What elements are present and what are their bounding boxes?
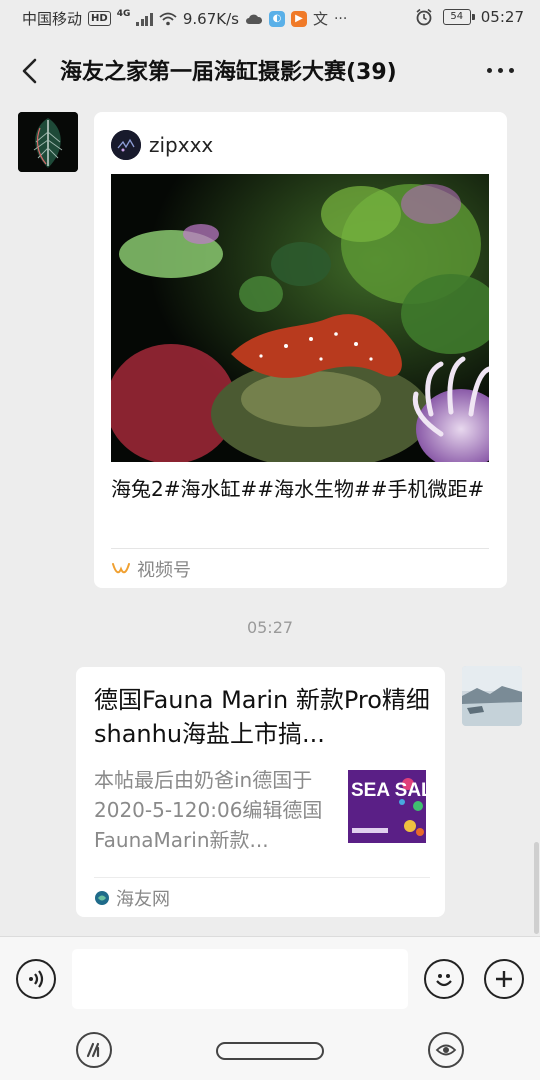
- link-thumbnail: SEA SALT: [348, 770, 426, 843]
- sender-avatar[interactable]: [18, 112, 78, 172]
- emoji-button[interactable]: [424, 959, 464, 999]
- thumbnail-text: SEA SALT: [351, 780, 426, 801]
- smiley-icon: [436, 974, 452, 987]
- message-input[interactable]: [72, 949, 408, 1009]
- input-bar: [0, 936, 540, 1025]
- card-divider: [94, 877, 430, 878]
- nav-assist-button[interactable]: [428, 1032, 464, 1068]
- link-source-label: 海友网: [116, 889, 170, 910]
- speed-label: 9.67K/s: [182, 9, 239, 28]
- more-notifications-icon: ···: [333, 10, 348, 27]
- author-name: zipxxx: [149, 133, 214, 157]
- link-card[interactable]: 德国Fauna Marin 新款Pro精细shanhu海盐上市搞... 本帖最后…: [76, 667, 445, 917]
- channel-video-card[interactable]: zipxxx 海兔2#海水缸##海水生物##手机微距# 视频号: [94, 112, 507, 588]
- cloud-icon: [245, 14, 262, 24]
- channel-author[interactable]: zipxxx: [111, 130, 213, 160]
- chat-scrollbar[interactable]: [534, 842, 539, 934]
- translate-icon: 文: [312, 10, 328, 28]
- app-switch-icon: [86, 1042, 100, 1058]
- landscape-avatar-image: [462, 666, 522, 726]
- author-avatar: [111, 130, 141, 160]
- link-description: 本帖最后由奶爸in德国于2020-5-120:06编辑德国FaunaMarin新…: [94, 768, 323, 852]
- card-divider: [111, 548, 489, 549]
- message-timestamp: 05:27: [246, 618, 294, 637]
- more-functions-button[interactable]: [484, 959, 524, 999]
- system-nav-bar: [0, 1024, 540, 1080]
- wifi-icon: [159, 12, 177, 25]
- signal-icon: [136, 12, 153, 26]
- video-caption: 海兔2#海水缸##海水生物##手机微距#: [111, 477, 485, 501]
- link-source[interactable]: 海友网: [94, 885, 170, 911]
- voice-icon: [29, 970, 44, 988]
- chevron-left-icon: [22, 58, 37, 84]
- carrier-label: 中国移动: [22, 10, 83, 28]
- play-icon: ▶: [290, 10, 307, 27]
- status-bar: 中国移动 HD 4G 9.67K/s ◐ ▶ 文 ··· 54 05:27: [0, 0, 540, 36]
- voice-input-button[interactable]: [16, 959, 56, 999]
- clock: 05:27: [480, 8, 524, 26]
- my-avatar[interactable]: [462, 666, 522, 726]
- plus-icon: [496, 971, 512, 987]
- more-options-button[interactable]: [487, 68, 514, 73]
- link-title: 德国Fauna Marin 新款Pro精细shanhu海盐上市搞...: [94, 686, 430, 748]
- signal-type: 4G: [116, 8, 131, 19]
- eye-icon: [435, 1044, 457, 1056]
- app-icon: ◐: [268, 10, 285, 27]
- source-label: 视频号: [137, 560, 191, 581]
- home-gesture-bar[interactable]: [216, 1042, 324, 1060]
- chat-header: 海友之家第一届海缸摄影大赛(39): [0, 36, 540, 106]
- leaf-avatar-image: [18, 112, 78, 172]
- back-button[interactable]: [14, 54, 48, 88]
- channel-source[interactable]: 视频号: [111, 556, 191, 582]
- alarm-icon: [416, 8, 432, 26]
- site-logo-icon: [95, 891, 109, 905]
- nav-app-button[interactable]: [76, 1032, 112, 1068]
- channels-icon: [112, 563, 130, 574]
- battery-indicator: 54: [442, 9, 475, 25]
- more-dots-icon: [487, 68, 492, 73]
- video-thumbnail[interactable]: [111, 174, 489, 462]
- chat-title: 海友之家第一届海缸摄影大赛(39): [60, 60, 397, 85]
- hd-badge: HD: [88, 11, 111, 26]
